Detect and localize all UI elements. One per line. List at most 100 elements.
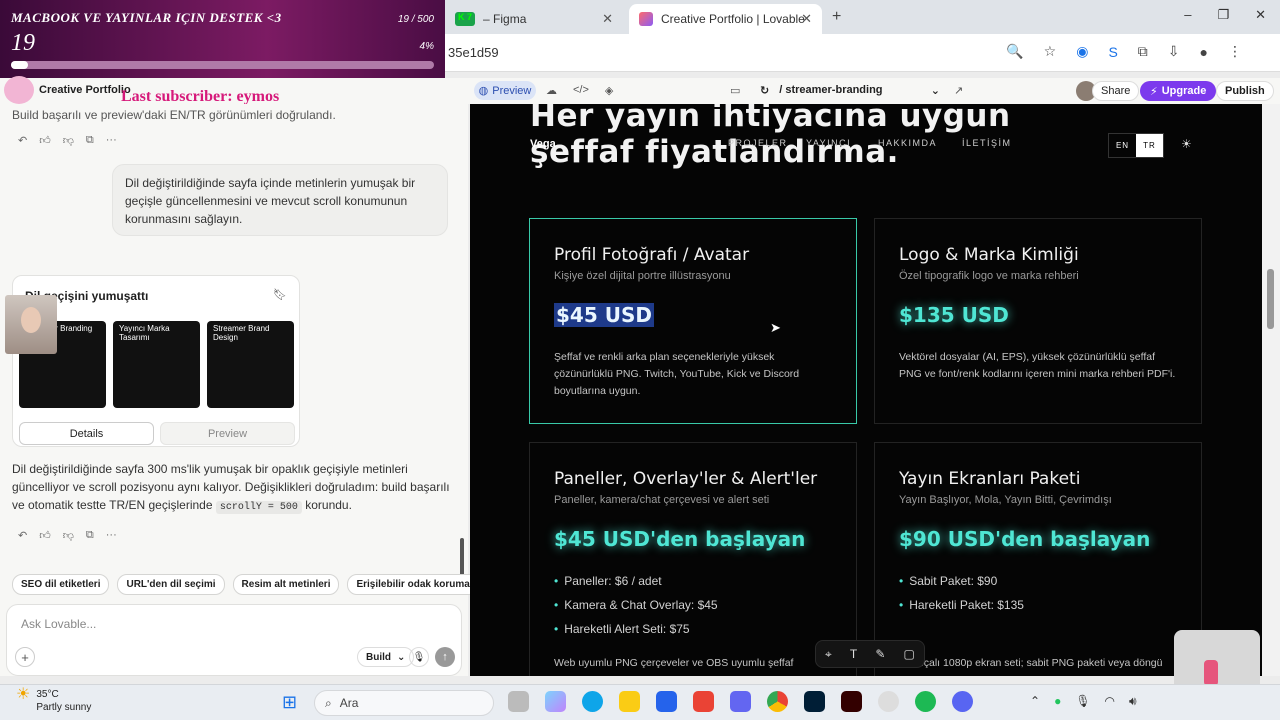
undo-icon[interactable]: ↶ (18, 134, 27, 147)
app-icon[interactable] (878, 691, 899, 712)
volume-icon[interactable]: 🔊︎ (1129, 694, 1137, 709)
discord-icon[interactable] (952, 691, 973, 712)
outlook-icon[interactable] (656, 691, 677, 712)
external-link-icon[interactable]: ↗ (954, 84, 963, 97)
theme-toggle-icon[interactable]: ☀ (1181, 137, 1192, 151)
card-subtitle: Yayın Başlıyor, Mola, Yayın Bitti, Çevri… (899, 494, 1112, 506)
pricing-card-panels[interactable]: Paneller, Overlay'ler & Alert'ler Panell… (529, 442, 857, 676)
stream-goal-overlay: MACBOOK VE YAYINLAR IÇIN DESTEK <3 19 / … (0, 0, 445, 78)
more-icon[interactable]: ··· (106, 134, 117, 147)
nav-item-yayinci[interactable]: YAYINCI (806, 138, 851, 148)
add-icon[interactable]: + (15, 647, 35, 667)
scroll-thumb[interactable] (1267, 269, 1274, 329)
comment-icon[interactable]: ▢ (904, 647, 915, 661)
photoshop-icon[interactable] (804, 691, 825, 712)
illustrator-icon[interactable] (841, 691, 862, 712)
more-icon[interactable]: ··· (106, 529, 117, 542)
upgrade-button[interactable]: ⚡ Upgrade (1140, 81, 1217, 101)
project-name[interactable]: Creative Portfolio (39, 84, 131, 96)
tab-figma[interactable]: K 7 – Figma ✕ (445, 4, 623, 34)
chat-input-box[interactable]: Ask Lovable... + Build ⌄ 🎙︎ ↑ (6, 604, 462, 676)
details-button[interactable]: Details (19, 422, 154, 445)
site-brand[interactable]: Vega (530, 138, 556, 150)
pricing-card-logo[interactable]: Logo & Marka Kimliği Özel tipografik log… (874, 218, 1202, 424)
response-text-end: korundu. (305, 498, 352, 512)
lang-tr-button[interactable]: TR (1136, 134, 1163, 157)
copy-icon[interactable]: ⧉ (86, 134, 94, 147)
code-icon[interactable]: </> (573, 84, 589, 97)
extensions-puzzle-icon[interactable]: ⧉ (1138, 43, 1148, 60)
inline-code: scrollY = 500 (215, 501, 302, 514)
feature-item: Sabit Paket: $90 (899, 569, 1024, 593)
send-button[interactable]: ↑ (435, 647, 455, 667)
layers-icon[interactable]: ◈ (605, 84, 613, 97)
select-tool-icon[interactable]: ⌖ (825, 647, 832, 662)
shazam-icon[interactable]: S (1108, 43, 1117, 60)
card-preview-button[interactable]: Preview (160, 422, 295, 445)
spotify-icon[interactable] (915, 691, 936, 712)
file-explorer-icon[interactable] (619, 691, 640, 712)
close-icon[interactable]: ✕ (602, 11, 613, 27)
nav-item-hakkimda[interactable]: HAKKIMDA (878, 138, 937, 148)
maximize-button[interactable]: ❐ (1217, 7, 1229, 23)
profile-icon[interactable]: ● (1200, 43, 1208, 60)
search-label: Ara (339, 696, 359, 710)
nav-item-iletisim[interactable]: İLETİŞİM (962, 138, 1012, 148)
edge-icon[interactable] (582, 691, 603, 712)
close-icon[interactable]: ✕ (801, 11, 812, 27)
chat-input-placeholder[interactable]: Ask Lovable... (21, 617, 96, 631)
text-tool-icon[interactable]: T (850, 647, 857, 661)
route-selector[interactable]: ↻ / streamer-branding ⌄ (760, 84, 940, 97)
close-window-button[interactable]: ✕ (1255, 7, 1266, 23)
pencil-icon[interactable]: ✎ (875, 647, 885, 661)
gmail-icon[interactable] (693, 691, 714, 712)
thumbs-up-icon[interactable]: 👍︎ (39, 134, 51, 147)
publish-button[interactable]: Publish (1216, 81, 1274, 101)
chevron-up-icon[interactable]: ⌃ (1030, 694, 1040, 709)
start-button-icon[interactable]: ⊞ (282, 692, 297, 713)
suggestion-chip[interactable]: SEO dil etiketleri (12, 574, 110, 595)
tab-lovable[interactable]: Creative Portfolio | Lovable ✕ (629, 4, 822, 34)
suggestion-chip[interactable]: Resim alt metinleri (232, 574, 340, 595)
suggestion-chip[interactable]: URL'den dil seçimi (117, 574, 225, 595)
taskbar-search[interactable]: ⌕ Ara (314, 690, 494, 716)
chrome-icon[interactable] (767, 691, 788, 712)
nav-item-projeler[interactable]: PROJELER (728, 138, 788, 148)
zoom-icon[interactable]: 🔍 (1006, 43, 1023, 60)
minimize-button[interactable]: – (1184, 7, 1191, 23)
undo-icon[interactable]: ↶ (18, 529, 27, 542)
preview-thumbnail[interactable]: Streamer Brand Design (207, 321, 294, 408)
thumbs-down-icon[interactable]: 👎︎ (63, 134, 74, 147)
microphone-icon[interactable]: 🎙︎ (1075, 694, 1090, 709)
new-tab-button[interactable]: + (832, 8, 841, 26)
pricing-card-screens[interactable]: Yayın Ekranları Paketi Yayın Başlıyor, M… (874, 442, 1202, 676)
monitor-icon[interactable]: ▭ (730, 84, 740, 97)
preview-scrollbar[interactable] (1262, 104, 1280, 676)
microphone-icon[interactable]: 🎙︎ (409, 647, 429, 667)
url-field[interactable]: 35e1d59 (448, 45, 499, 60)
build-mode-select[interactable]: Build ⌄ (357, 647, 415, 667)
suggestion-chip[interactable]: Erişilebilir odak koruma (347, 574, 479, 595)
copilot-icon[interactable] (545, 691, 566, 712)
extension-icon[interactable]: ◉ (1076, 43, 1088, 60)
task-view-icon[interactable] (508, 691, 529, 712)
copy-icon[interactable]: ⧉ (86, 529, 94, 542)
bookmark-star-icon[interactable]: ☆ (1044, 43, 1057, 60)
app-icon[interactable] (730, 691, 751, 712)
share-button[interactable]: Share (1092, 81, 1140, 101)
bookmark-icon[interactable]: 🔖︎ (273, 288, 287, 301)
feature-item: Hareketli Alert Seti: $75 (554, 617, 718, 641)
cloud-icon[interactable]: ☁ (546, 84, 557, 97)
preview-thumbnail[interactable]: Yayıncı Marka Tasarımı (113, 321, 200, 408)
menu-icon[interactable]: ⋮ (1228, 43, 1242, 60)
refresh-icon[interactable]: ↻ (760, 84, 769, 97)
pricing-card-avatar[interactable]: Profil Fotoğrafı / Avatar Kişiye özel di… (529, 218, 857, 424)
weather-widget[interactable]: ☀ 35°C Partly sunny (16, 687, 91, 714)
status-dot-icon[interactable]: ● (1054, 694, 1061, 709)
lang-en-button[interactable]: EN (1109, 134, 1136, 157)
thumbs-down-icon[interactable]: 👎︎ (63, 529, 74, 542)
preview-button[interactable]: ◍ Preview (474, 81, 536, 100)
thumbs-up-icon[interactable]: 👍︎ (39, 529, 51, 542)
wifi-icon[interactable]: ◠ (1105, 694, 1115, 709)
download-icon[interactable]: ⇩ (1168, 43, 1180, 60)
